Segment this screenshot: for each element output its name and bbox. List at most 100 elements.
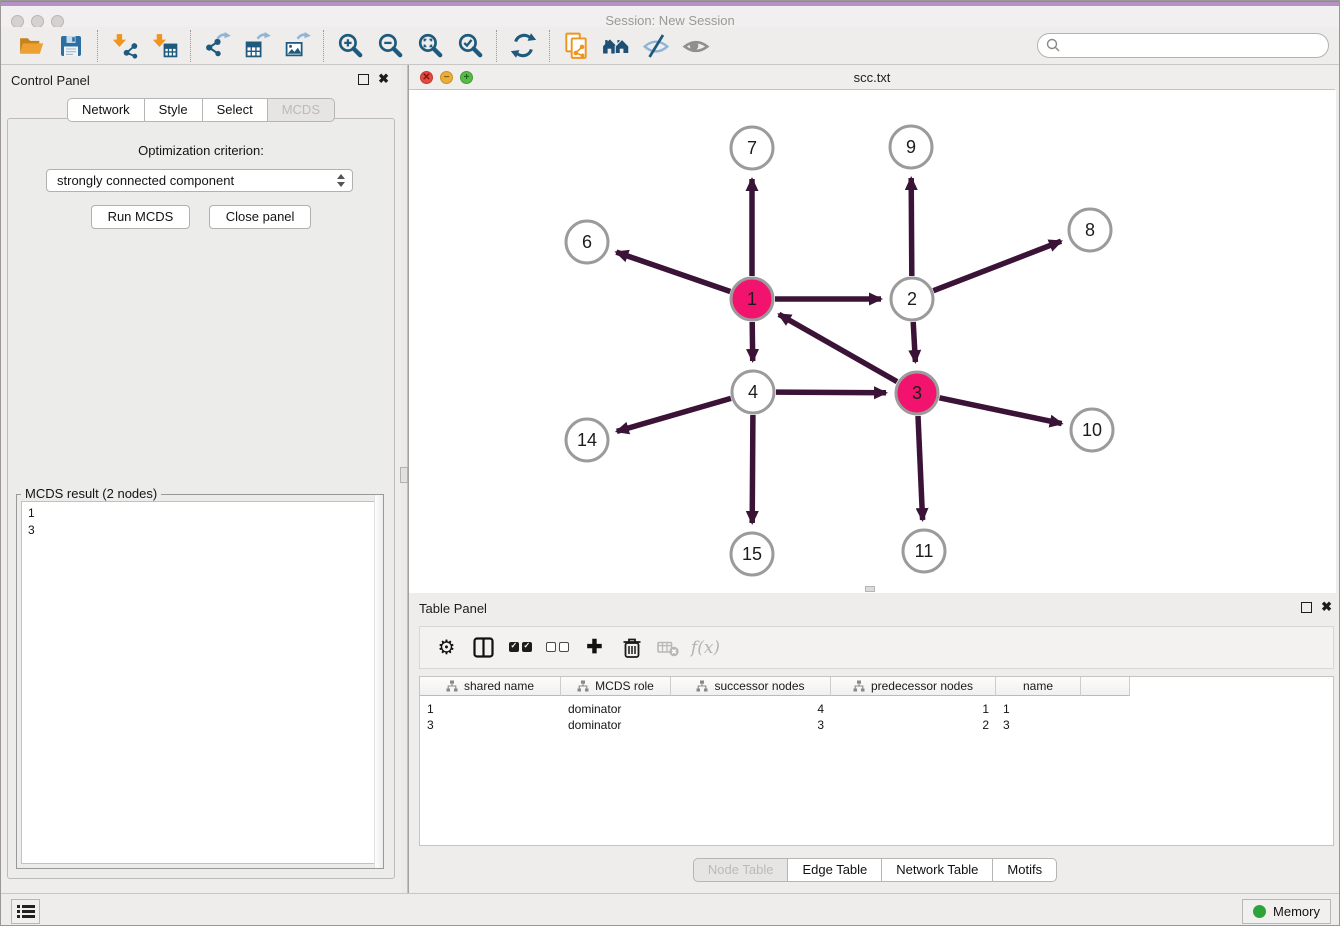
optimization-criterion-label: Optimization criterion:: [8, 143, 394, 158]
close-table-panel-icon[interactable]: ✖: [1321, 599, 1332, 615]
tab-motifs[interactable]: Motifs: [992, 858, 1057, 882]
mcds-tab-content: Optimization criterion: strongly connect…: [7, 118, 395, 879]
zoom-selected-button[interactable]: [450, 30, 490, 62]
tab-network[interactable]: Network: [67, 98, 145, 122]
fx-icon: f(x): [691, 638, 720, 658]
duplicate-network-button[interactable]: [556, 30, 596, 62]
select-all-columns-button[interactable]: [502, 631, 539, 665]
cell-mcds-role[interactable]: dominator: [561, 717, 671, 733]
show-column-panel-button[interactable]: [465, 631, 502, 665]
cell-successor-nodes[interactable]: 4: [671, 701, 831, 717]
task-history-button[interactable]: [11, 899, 40, 924]
graph-node-4[interactable]: 4: [732, 371, 774, 413]
export-network-icon: [204, 32, 231, 59]
hide-selected-button[interactable]: [636, 30, 676, 62]
control-panel-title: Control Panel: [11, 73, 90, 88]
eye-slash-icon: [642, 32, 670, 60]
function-builder-button[interactable]: f(x): [687, 631, 724, 665]
cell-predecessor-nodes[interactable]: 2: [831, 717, 996, 733]
gear-icon: ⚙: [438, 638, 456, 658]
cell-shared-name[interactable]: 3: [420, 717, 561, 733]
table-header-row: shared name MCDS role: [420, 677, 1333, 696]
canvas-resize-handle[interactable]: [865, 586, 875, 592]
graph-node-11[interactable]: 11: [903, 530, 945, 572]
column-label: predecessor nodes: [871, 679, 973, 693]
column-header-shared-name[interactable]: shared name: [420, 677, 561, 696]
cell-successor-nodes[interactable]: 3: [671, 717, 831, 733]
column-label: successor nodes: [714, 679, 804, 693]
divider-handle[interactable]: [400, 467, 408, 483]
graph-node-7[interactable]: 7: [731, 127, 773, 169]
graph-node-2[interactable]: 2: [891, 278, 933, 320]
graph-node-10[interactable]: 10: [1071, 409, 1113, 451]
svg-text:11: 11: [915, 541, 934, 561]
save-session-button[interactable]: [51, 30, 91, 62]
export-network-button[interactable]: [197, 30, 237, 62]
memory-button[interactable]: Memory: [1242, 899, 1331, 924]
column-header-name[interactable]: name: [996, 677, 1081, 696]
tab-edge-table[interactable]: Edge Table: [787, 858, 882, 882]
close-panel-icon[interactable]: ✖: [378, 71, 389, 87]
zoom-out-button[interactable]: [370, 30, 410, 62]
result-scrollbar[interactable]: [374, 495, 383, 868]
criterion-dropdown[interactable]: strongly connected component: [46, 169, 353, 192]
zoom-fit-button[interactable]: [410, 30, 450, 62]
zoom-fit-icon: [417, 32, 444, 59]
column-header-predecessor-nodes[interactable]: predecessor nodes: [831, 677, 996, 696]
graph-node-1[interactable]: 1: [731, 278, 773, 320]
float-table-panel-icon[interactable]: [1301, 602, 1312, 613]
tab-style[interactable]: Style: [144, 98, 203, 122]
mcds-result-list[interactable]: 1 3: [21, 501, 379, 864]
add-column-button[interactable]: ✚: [576, 631, 613, 665]
cell-name[interactable]: 1: [996, 701, 1081, 717]
panel-divider[interactable]: [401, 65, 408, 893]
delete-column-button[interactable]: [613, 631, 650, 665]
delete-table-icon: [657, 639, 680, 657]
import-table-button[interactable]: [144, 30, 184, 62]
main-toolbar: [1, 27, 1339, 65]
graph-node-15[interactable]: 15: [731, 533, 773, 575]
graph-node-6[interactable]: 6: [566, 221, 608, 263]
graph-node-14[interactable]: 14: [566, 419, 608, 461]
first-neighbors-button[interactable]: [596, 30, 636, 62]
graph-node-8[interactable]: 8: [1069, 209, 1111, 251]
export-image-button[interactable]: [277, 30, 317, 62]
export-image-icon: [284, 32, 311, 59]
zoom-in-icon: [337, 32, 364, 59]
search-input[interactable]: [1037, 33, 1329, 58]
network-canvas[interactable]: 7 9 6 8 1 2 4 3 14 10 15 11: [409, 90, 1336, 593]
table-settings-button[interactable]: ⚙: [428, 631, 465, 665]
export-table-button[interactable]: [237, 30, 277, 62]
column-header-filler: [1081, 677, 1130, 696]
tab-network-table[interactable]: Network Table: [881, 858, 993, 882]
column-header-mcds-role[interactable]: MCDS role: [561, 677, 671, 696]
zoom-out-icon: [377, 32, 404, 59]
titlebar: Session: New Session: [1, 6, 1339, 27]
close-panel-button[interactable]: Close panel: [209, 205, 312, 229]
zoom-in-button[interactable]: [330, 30, 370, 62]
toolbar-separator: [549, 30, 550, 62]
cell-name[interactable]: 3: [996, 717, 1081, 733]
delete-table-button[interactable]: [650, 631, 687, 665]
table-panel-title: Table Panel: [419, 601, 487, 616]
tab-mcds[interactable]: MCDS: [267, 98, 335, 122]
tab-node-table[interactable]: Node Table: [693, 858, 789, 882]
graph-node-3[interactable]: 3: [896, 372, 938, 414]
float-panel-icon[interactable]: [358, 74, 369, 85]
show-all-button[interactable]: [676, 30, 716, 62]
graph-node-9[interactable]: 9: [890, 126, 932, 168]
cell-predecessor-nodes[interactable]: 1: [831, 701, 996, 717]
table-row: 1 dominator 4 1 1: [420, 701, 1333, 717]
cell-mcds-role[interactable]: dominator: [561, 701, 671, 717]
open-session-button[interactable]: [11, 30, 51, 62]
unselect-all-columns-button[interactable]: [539, 631, 576, 665]
column-header-successor-nodes[interactable]: successor nodes: [671, 677, 831, 696]
apply-layout-button[interactable]: [503, 30, 543, 62]
network-graph[interactable]: 7 9 6 8 1 2 4 3 14 10 15 11: [409, 90, 1336, 593]
cell-shared-name[interactable]: 1: [420, 701, 561, 717]
list-icon: [17, 904, 35, 919]
run-mcds-button[interactable]: Run MCDS: [91, 205, 191, 229]
import-network-button[interactable]: [104, 30, 144, 62]
node-table: shared name MCDS role: [419, 676, 1334, 846]
tab-select[interactable]: Select: [202, 98, 268, 122]
